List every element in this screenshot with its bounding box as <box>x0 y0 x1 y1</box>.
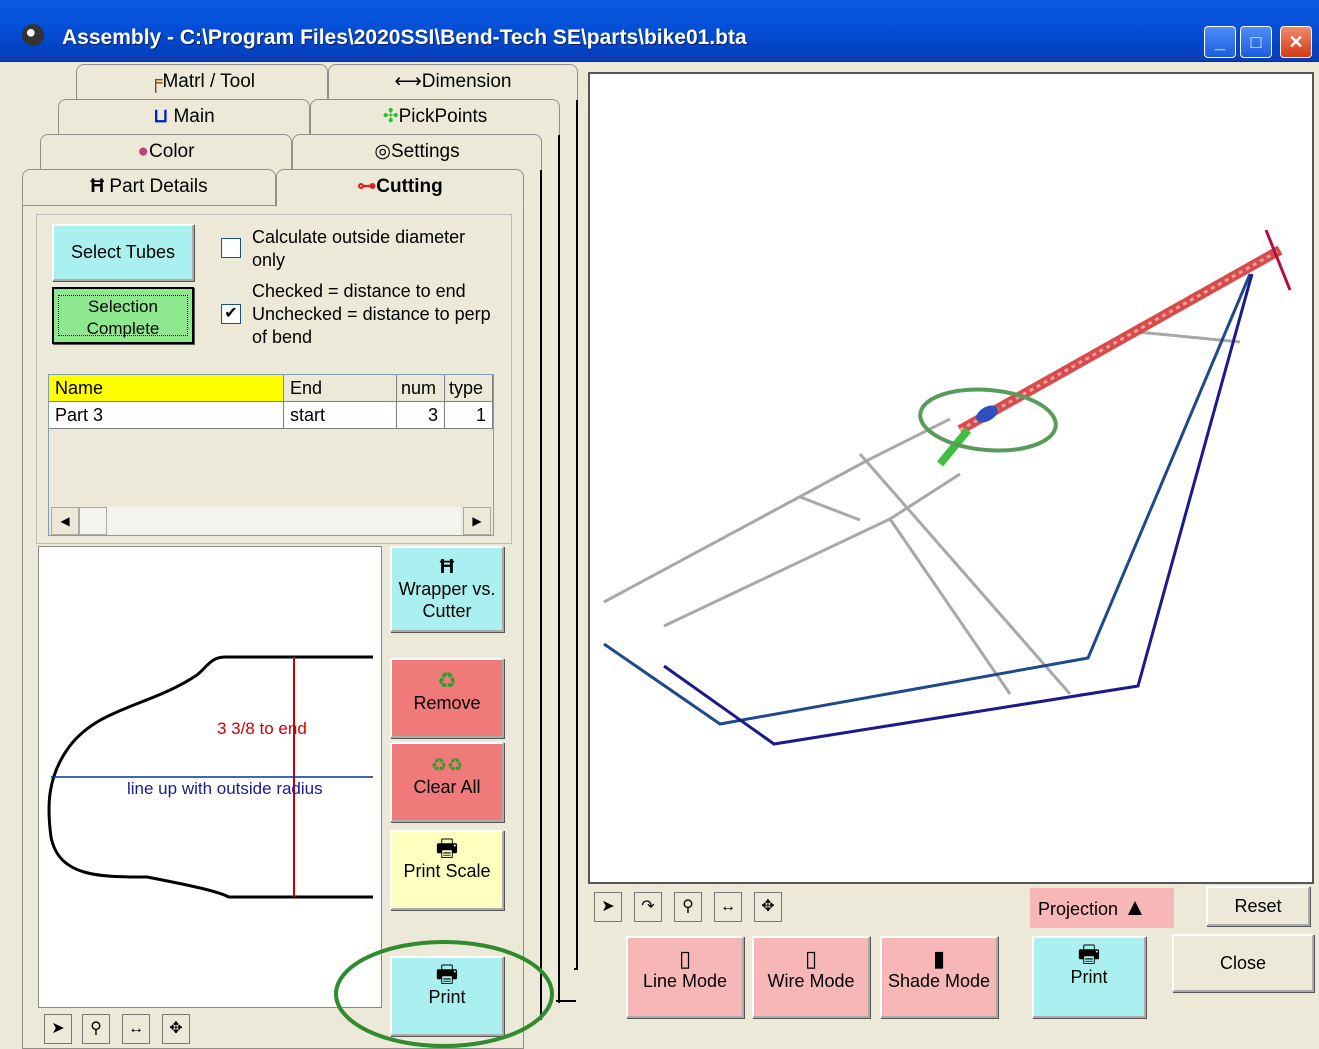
distance-label: Checked = distance to end Unchecked = di… <box>252 281 491 347</box>
pointer-icon[interactable]: ➤ <box>44 1014 72 1044</box>
chainstay-left <box>603 273 1252 726</box>
reset-button[interactable]: Reset <box>1206 886 1310 926</box>
wrapper-vs-cutter-button[interactable]: Ħ Wrapper vs. Cutter <box>390 546 504 632</box>
clear-all-button[interactable]: ♻♻ Clear All <box>390 742 504 822</box>
tab-settings[interactable]: ◎Settings <box>292 134 542 170</box>
pointer-icon[interactable]: ➤ <box>594 892 622 922</box>
bike-frame-drawing <box>603 229 1292 746</box>
print-scale-button[interactable]: 🖶 Print Scale <box>390 830 504 910</box>
tab-matrl-tool[interactable]: ╒Matrl / Tool <box>76 64 328 100</box>
shade-mode-icon: ▮ <box>932 946 946 971</box>
calc-od-checkbox[interactable] <box>221 238 241 258</box>
rotate-icon[interactable]: ↷ <box>634 892 662 922</box>
recycle-bins-icon: ♻♻ <box>430 755 464 775</box>
remove-button[interactable]: ♻ Remove <box>390 658 504 738</box>
window-title: Assembly - C:\Program Files\2020SSI\Bend… <box>62 26 747 49</box>
dimension-label: 3 3/8 to end <box>217 719 307 738</box>
chainstay-right <box>663 273 1254 746</box>
tab-stack-edge <box>538 150 542 1020</box>
zoom-icon[interactable]: ⚲ <box>674 892 702 922</box>
view-toolbar: ➤ ↷ ⚲ ↔ ✥ <box>592 890 792 926</box>
column-header-end[interactable]: End <box>284 375 397 402</box>
tab-stack-edge <box>556 115 560 1003</box>
table-cell-num[interactable]: 3 <box>397 402 445 429</box>
scrollbar-track[interactable] <box>107 507 461 535</box>
dimension-icon: ⟷ <box>394 71 422 92</box>
select-tubes-button[interactable]: Select Tubes <box>52 224 194 281</box>
tab-main[interactable]: ⊔ Main <box>58 99 310 135</box>
wire-mode-icon: ▯ <box>804 946 818 971</box>
zoom-icon[interactable]: ⚲ <box>82 1014 110 1044</box>
wire-mode-button[interactable]: ▯ Wire Mode <box>752 936 870 1018</box>
part-details-icon: Ħ <box>90 176 105 197</box>
highlight-ring-print <box>334 940 554 1048</box>
projection-toggle[interactable]: Projection ▲ <box>1030 888 1174 928</box>
printer-icon: 🖶 <box>1077 941 1101 968</box>
shade-mode-button[interactable]: ▮ Shade Mode <box>880 936 998 1018</box>
title-bar: Assembly - C:\Program Files\2020SSI\Bend… <box>0 0 1319 62</box>
recycle-bin-icon: ♻ <box>437 668 457 693</box>
selection-complete-button[interactable]: Selection Complete <box>52 287 194 344</box>
pattern-toolbar: ➤ ⚲ ↔ ✥ <box>38 1010 198 1046</box>
pickpoints-icon: ✣ <box>382 106 399 127</box>
pan-icon[interactable]: ✥ <box>754 892 782 922</box>
table-cell-name[interactable]: Part 3 <box>49 402 284 429</box>
cut-list-table: Name End num type Part 3 start 3 1 ◀ ▶ <box>48 374 494 536</box>
triangle-icon: ▲ <box>1123 894 1147 921</box>
maximize-button[interactable]: □ <box>1240 26 1272 58</box>
close-button[interactable]: Close <box>1172 934 1314 992</box>
line-mode-button[interactable]: ▯ Line Mode <box>626 936 744 1018</box>
app-icon <box>22 24 44 46</box>
3d-viewport[interactable] <box>588 72 1314 884</box>
fit-width-icon[interactable]: ↔ <box>122 1014 150 1044</box>
line-mode-icon: ▯ <box>678 946 692 971</box>
fit-width-icon[interactable]: ↔ <box>714 892 742 922</box>
tab-part-details[interactable]: Ħ Part Details <box>22 169 276 205</box>
scroll-left-arrow[interactable]: ◀ <box>51 507 79 535</box>
tab-dimension[interactable]: ⟷Dimension <box>328 64 578 100</box>
column-header-num[interactable]: num <box>397 375 445 402</box>
tab-stack-edge <box>574 968 578 970</box>
tab-color[interactable]: ●Color <box>40 134 292 170</box>
scroll-right-arrow[interactable]: ▶ <box>463 507 491 535</box>
column-header-name[interactable]: Name <box>49 375 284 402</box>
tab-stack-edge <box>574 80 578 970</box>
print-view-button[interactable]: 🖶 Print <box>1032 936 1146 1018</box>
selection-complete-label: Selection Complete <box>58 295 188 338</box>
calc-od-label: Calculate outside diameter only <box>252 227 466 270</box>
selected-red-tube <box>957 229 1292 435</box>
cutting-icon: ⊶ <box>357 176 377 197</box>
table-cell-end[interactable]: start <box>284 402 397 429</box>
column-header-type[interactable]: type <box>445 375 493 402</box>
hammer-icon: ╒ <box>148 71 163 92</box>
frame-tubes-gray <box>603 330 1241 695</box>
palette-icon: ● <box>137 141 150 162</box>
tab-pickpoints[interactable]: ✣PickPoints <box>310 99 560 135</box>
gear-icon: ◎ <box>374 141 391 162</box>
main-icon: ⊔ <box>153 106 169 127</box>
scrollbar-thumb[interactable] <box>79 507 107 535</box>
printer-scale-icon: 🖶 <box>435 835 459 862</box>
minimize-button[interactable]: _ <box>1204 26 1236 58</box>
table-cell-type[interactable]: 1 <box>445 402 493 429</box>
distance-checkbox[interactable]: ✔ <box>221 304 241 324</box>
close-window-button[interactable]: ✕ <box>1280 26 1312 58</box>
pan-icon[interactable]: ✥ <box>162 1014 190 1044</box>
tab-cutting[interactable]: ⊶Cutting <box>276 169 524 207</box>
line-up-label: line up with outside radius <box>127 779 323 798</box>
part-details-icon: Ħ <box>439 556 455 578</box>
